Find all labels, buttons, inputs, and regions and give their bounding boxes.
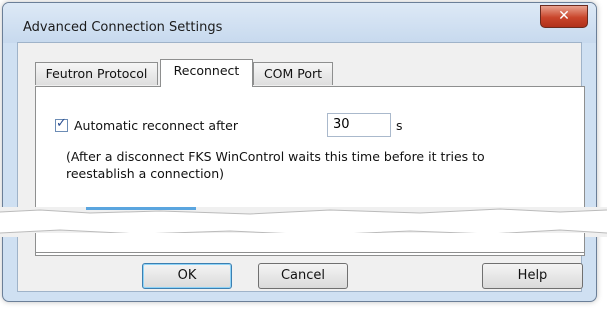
seconds-unit-label: s	[396, 118, 403, 133]
cancel-label: Cancel	[280, 268, 326, 283]
description-line-2: reestablish a connection)	[66, 166, 224, 181]
help-label: Help	[517, 268, 548, 283]
ok-label: OK	[177, 268, 197, 283]
tab-com-port[interactable]: COM Port	[253, 62, 333, 85]
description-line-1: (After a disconnect FKS WinControl waits…	[66, 149, 485, 164]
ok-button[interactable]: OK	[142, 263, 232, 289]
close-button[interactable]: ✕	[540, 5, 588, 28]
close-icon: ✕	[558, 8, 570, 24]
tab-reconnect[interactable]: Reconnect	[160, 59, 253, 87]
title-bar[interactable]: Advanced Connection Settings ✕	[3, 3, 596, 43]
tab-label: Feutron Protocol	[45, 66, 148, 81]
seconds-value: 30	[333, 117, 350, 132]
help-button[interactable]: Help	[482, 263, 583, 289]
tab-panel-bottom	[35, 233, 585, 253]
tab-label: COM Port	[263, 66, 323, 81]
window-title: Advanced Connection Settings	[23, 20, 223, 35]
tab-label: Reconnect	[173, 63, 240, 78]
auto-reconnect-label: Automatic reconnect after	[74, 118, 239, 133]
tab-feutron-protocol[interactable]: Feutron Protocol	[35, 62, 158, 85]
cancel-button[interactable]: Cancel	[258, 263, 348, 289]
checkmark-icon: ✓	[56, 116, 67, 131]
reconnect-seconds-input[interactable]: 30	[327, 113, 391, 137]
auto-reconnect-checkbox[interactable]: ✓	[55, 116, 68, 132]
